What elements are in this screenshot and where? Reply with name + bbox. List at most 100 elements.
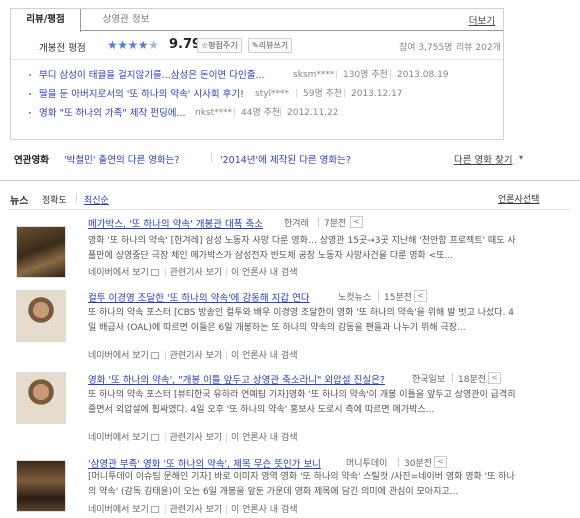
divider [398,457,399,467]
find-other-movies-link[interactable]: 다른 영화 찾기 [454,152,512,166]
review-count: 리뷰 202개 [456,43,501,53]
review-title-link[interactable]: 부디 삼성이 태클을 걸지않기를...삼성은 돈이면 다인줄... [39,66,265,85]
press-search-link[interactable]: 이 언론사 내 검색 [231,351,298,361]
press-search-link[interactable]: 이 언론사 내 검색 [231,505,298,515]
tab-review-rating[interactable]: 리뷰/평점 [11,9,81,32]
external-link-icon [150,269,159,276]
view-on-naver-link[interactable]: 네이버에서 보기 [88,433,149,443]
divider [452,373,453,383]
news-headline-link[interactable]: 컬투 이경영 조달한 '또 하나의 약속'에 감동해 지갑 연다 [88,290,310,304]
divider: | [225,351,229,361]
news-headline-link[interactable]: '삼영관 부족' 영화 '또 하나의 약속', 제목 무슨 뜻인가 보니 [88,456,321,470]
list-item: 영화 "또 하나의 가족" 제작 펀딩에... nkst**** | 44명 추… [29,104,499,123]
divider: | [335,70,339,80]
press-search-link[interactable]: 이 언론사 내 검색 [231,433,298,443]
bullet-icon [29,74,31,76]
related-movies: 연관영화 '박철민' 출연의 다른 영화는? | '2014년'에 제작된 다른… [14,152,523,166]
divider: | [225,268,229,278]
news-time: 15분전 [384,293,413,303]
news-header: 뉴스 정확도 | 최신순 언론사선택 [0,192,580,208]
rating-row: 개봉전 평점 ★★★★★ 9.79 ☆평점주기 ✎리뷰쓰기 참여 3,755명 … [11,32,503,60]
news-title: 뉴스 [10,196,29,207]
review-recommend: 130명 추천 [343,70,388,80]
news-summary: 또 하나의 약속 포스터 [CBS 방송인 컬투와 배우 이경영 조달한이 영화… [88,308,515,333]
star-icon: ★ [107,38,118,52]
news-actions: 네이버에서 보기 | 관련기사 보기 | 이 언론사 내 검색 [88,348,298,361]
external-link-icon [150,506,159,513]
news-time: 18분전 [458,375,487,385]
share-icon[interactable]: < [434,456,447,468]
external-link-icon [150,434,159,441]
tab-theater-info[interactable]: 상영관 정보 [91,9,161,32]
rate-button[interactable]: ☆평점주기 [197,38,242,53]
review-date: 2012.11.22 [287,108,339,118]
news-headline-link[interactable]: 메가박스, '또 하나의 약속' 개봉관 대폭 축소 [88,216,263,230]
view-on-naver-link[interactable]: 네이버에서 보기 [88,351,149,361]
share-icon[interactable]: < [350,216,363,228]
divider [378,291,379,301]
review-title-link[interactable]: 딸을 둔 아버지로서의 '또 하나의 약속' 시사회 후기! [39,85,244,104]
star-icon: ★ [127,38,139,52]
star-icon: ★ [137,38,149,52]
section-divider [0,180,580,181]
divider: | [343,89,347,99]
news-actions: 네이버에서 보기 | 관련기사 보기 | 이 언론사 내 검색 [88,265,298,278]
review-recommend: 44명 추천 [241,108,281,118]
news-headline-link[interactable]: 영화 '또 하나의 약속', "개봉 이틀 앞두고 상영관 축소라니" 외압설 … [88,372,385,386]
related-link-year[interactable]: '2014년'에 제작된 다른 영화는? [220,152,351,166]
news-time: 7분전 [324,219,347,229]
review-author: sksm**** [293,70,335,80]
press-select-link[interactable]: 언론사선택 [498,192,539,205]
list-item: 부디 삼성이 태클을 걸지않기를...삼성은 돈이면 다인줄... sksm**… [29,66,499,85]
news-thumbnail[interactable] [16,290,66,342]
divider: | [225,505,229,515]
review-recommend: 59명 추천 [303,89,343,99]
news-press: 노컷뉴스 [338,293,372,303]
divider: | [163,268,167,278]
related-link-actor[interactable]: '박철민' 출연의 다른 영화는? [64,152,179,166]
review-panel: 리뷰/평점 상영관 정보 더보기 개봉전 평점 ★★★★★ 9.79 ☆평점주기… [10,8,504,140]
related-articles-link[interactable]: 관련기사 보기 [170,433,223,443]
rating-label: 개봉전 평점 [39,43,86,54]
press-search-link[interactable]: 이 언론사 내 검색 [231,268,298,278]
list-item: 딸을 둔 아버지로서의 '또 하나의 약속' 시사회 후기! styl**** … [29,85,499,104]
divider: | [295,89,299,99]
news-thumbnail[interactable] [16,372,66,424]
divider: | [163,505,167,515]
related-articles-link[interactable]: 관련기사 보기 [170,505,223,515]
sort-accuracy[interactable]: 정확도 [42,193,67,206]
review-date: 2013.12.17 [351,89,403,99]
external-link-icon [150,352,159,359]
review-title-link[interactable]: 영화 "또 하나의 가족" 제작 펀딩에... [39,104,186,123]
more-link[interactable]: 더보기 [469,13,495,27]
related-label: 연관영화 [14,155,49,166]
news-press: 한국일보 [412,375,446,385]
share-icon[interactable]: < [488,372,501,384]
news-thumbnail[interactable] [16,460,66,512]
bullet-icon [29,93,31,95]
related-articles-link[interactable]: 관련기사 보기 [170,268,223,278]
view-on-naver-link[interactable]: 네이버에서 보기 [88,505,149,515]
bullet-icon [29,112,31,114]
share-icon[interactable]: < [414,290,427,302]
participant-count: 참여 3,755명 [399,43,453,53]
sort-latest[interactable]: 최신순 [84,193,109,206]
news-header-line [8,209,570,210]
related-articles-link[interactable]: 관련기사 보기 [170,351,223,361]
news-time: 30분전 [404,459,433,469]
write-review-button[interactable]: ✎리뷰쓰기 [248,38,293,53]
view-on-naver-link[interactable]: 네이버에서 보기 [88,268,149,278]
divider: | [225,433,229,443]
news-summary: 또 하나의 약속 포스터 [뷰티한국 유하라 연예팀 기자]영화 '또 하나의 … [88,390,516,415]
news-thumbnail[interactable] [16,226,66,278]
review-date: 2013.08.19 [397,70,449,80]
half-star-icon: ★ [148,38,159,52]
news-actions: 네이버에서 보기 | 관련기사 보기 | 이 언론사 내 검색 [88,502,298,515]
divider: | [210,152,214,163]
news-actions: 네이버에서 보기 | 관련기사 보기 | 이 언론사 내 검색 [88,430,298,443]
chevron-down-icon[interactable]: ▾ [519,153,523,162]
divider: | [389,70,393,80]
rating-stars: ★★★★★ [107,38,159,52]
divider [318,217,319,227]
review-author: styl**** [255,89,290,99]
